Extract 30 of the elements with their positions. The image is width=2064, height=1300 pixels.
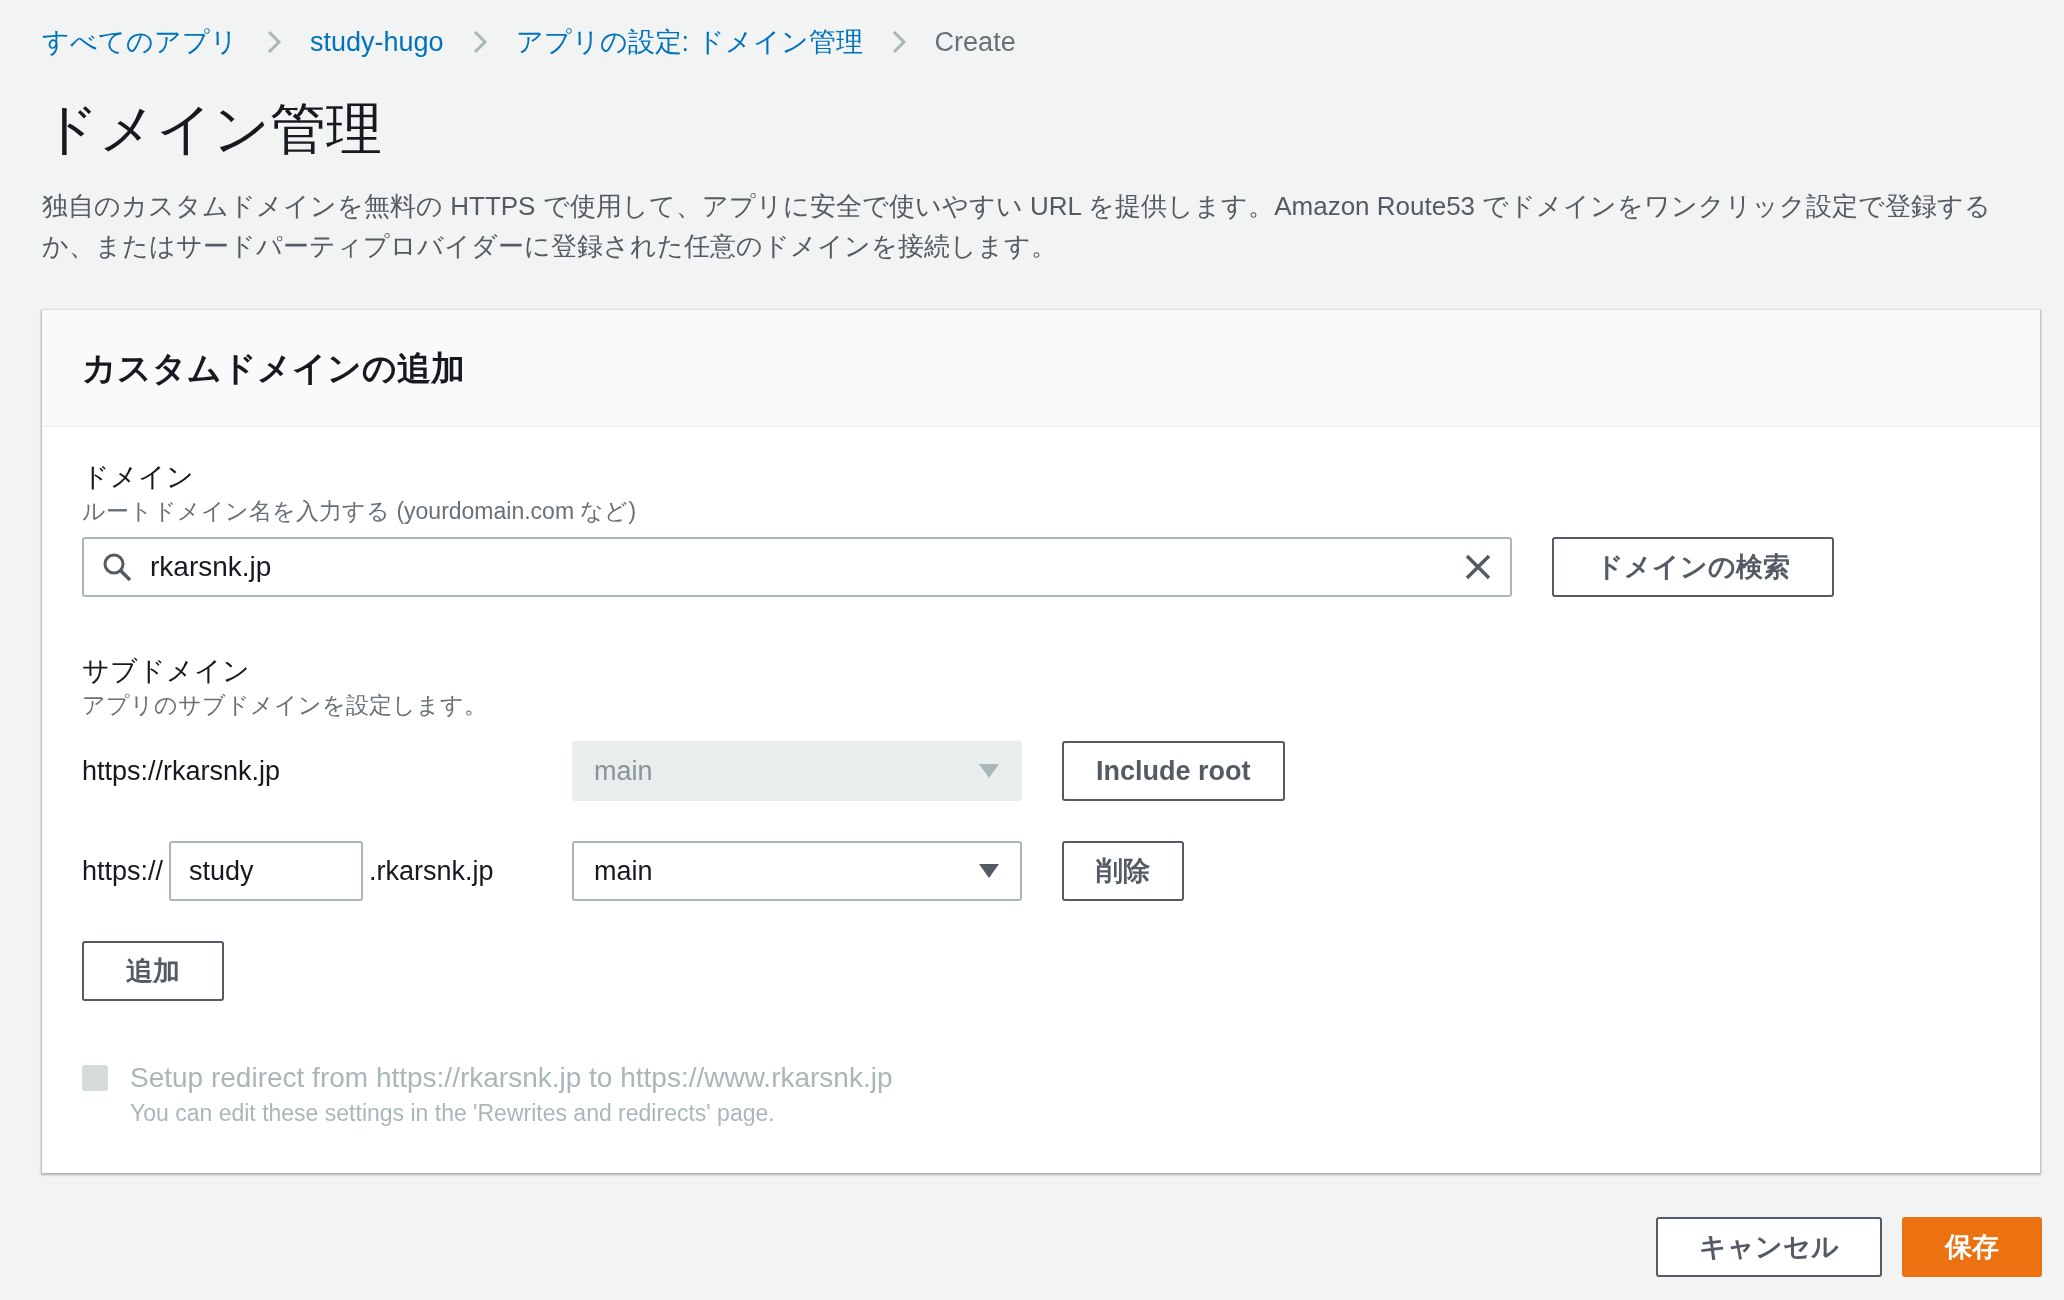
breadcrumb-current-page: Create [934,25,1016,59]
page-description: 独自のカスタムドメインを無料の HTTPS で使用して、アプリに安全で使いやすい URL を提供します。Amazon Route53 でドメインをワンクリック設定で登録するか、またはサードパーティプロバイダーに登録された任意のドメインを接続します。 [42,190,1993,263]
breadcrumb-link[interactable]: すべてのアプリ [42,21,238,63]
breadcrumb-link[interactable]: study-hugo [310,21,444,63]
chevron-icon [266,28,282,56]
search-icon [102,552,132,582]
clear-icon[interactable] [1464,553,1492,581]
field-hint: アプリのサブドメインを設定します。 [82,691,488,720]
domain-search-button[interactable]: ドメインの検索 [1552,537,1834,597]
chevron-icon [890,28,907,56]
subdomain-field[interactable]: study [169,841,364,901]
branch-select[interactable]: main [572,841,1022,901]
checkbox-label: Setup redirect from https://rkarsnk.jp to https://www.rkarsnk.jp [130,1061,893,1095]
delete-button[interactable]: 削除 [1062,841,1184,901]
caret-icon [978,863,1000,879]
checkbox-hint: You can edit these settings in the 'Rewrites and redirects' page. [130,1099,776,1128]
field-label: ドメイン [82,461,195,494]
add-button[interactable]: 追加 [82,941,224,1001]
url-suffix: .rkarsnk.jp [369,854,494,888]
field-label: サブドメイン [82,655,251,688]
breadcrumb-link[interactable]: アプリの設定: ドメイン管理 [515,21,863,63]
page-title: ドメイン管理 [42,96,383,162]
field-hint: ルートドメイン名を入力する (yourdomain.com など) [82,497,638,526]
caret-icon [978,763,1000,779]
url-prefix: https:// [82,854,164,888]
chevron-icon [471,28,488,56]
root-url: https://rkarsnk.jp [82,754,281,788]
panel-title: カスタムドメインの追加 [82,347,465,389]
domain-search-field[interactable]: rkarsnk.jp [82,537,1512,597]
cancel-button[interactable]: キャンセル [1656,1217,1882,1277]
